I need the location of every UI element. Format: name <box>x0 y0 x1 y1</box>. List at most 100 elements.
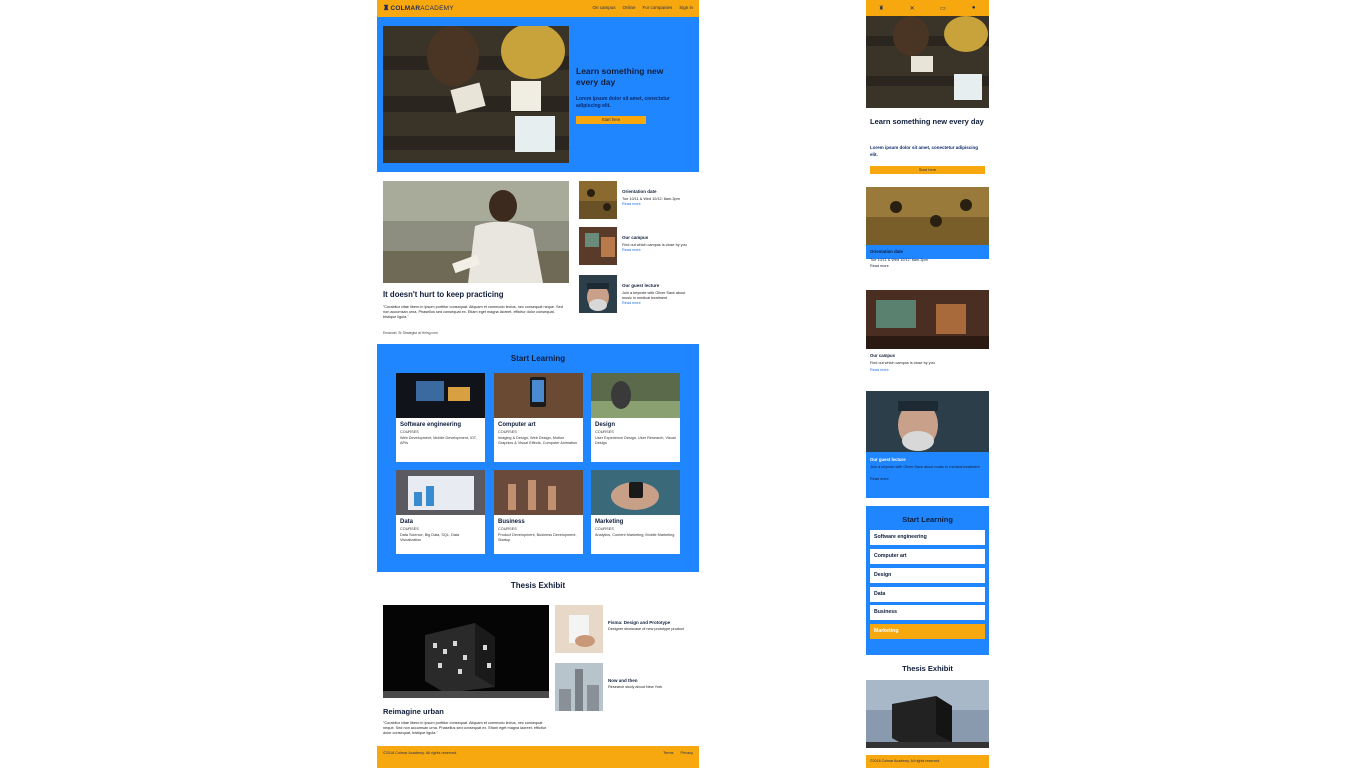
event-image <box>866 391 989 452</box>
read-more-link[interactable]: Read more <box>622 202 694 207</box>
course-tags: Data Science, Big Data, SQL, Data Visual… <box>400 533 460 542</box>
course-image <box>591 373 680 418</box>
mobile-course-software-engineering[interactable]: Software engineering <box>870 530 985 545</box>
tools-icon[interactable]: ✕ <box>907 5 917 12</box>
nav-link-on-campus[interactable]: On campus <box>592 5 615 10</box>
user-icon[interactable]: ● <box>969 5 979 11</box>
course-tags: Analytics, Content Marketing, Mobile Mar… <box>595 533 675 537</box>
thesis-item-title: Now and then <box>608 678 638 683</box>
event-image <box>866 187 989 245</box>
mobile-hero-image <box>866 16 989 108</box>
course-image <box>494 373 583 418</box>
thesis-item-fisma[interactable]: Fisma: Design and Prototype Designer sho… <box>555 605 695 655</box>
course-tags: Imaging & Design, Web Design, Motion Gra… <box>498 436 578 445</box>
thesis-section-title: Thesis Exhibit <box>510 581 566 590</box>
event-description: Tue 10/11 & Wed 10/12: 8am-3pm <box>870 258 928 262</box>
event-campus[interactable]: Our campus Find out which campus is clos… <box>579 227 694 267</box>
course-title: Computer art <box>498 422 536 428</box>
crest-icon[interactable]: ♜ <box>876 5 886 12</box>
read-more-link[interactable]: Read more <box>870 477 889 481</box>
event-title: Our campus <box>622 235 649 240</box>
read-more-link[interactable]: Read more <box>870 368 889 372</box>
event-title: Our campus <box>870 353 896 358</box>
event-title: Our guest lecture <box>870 457 906 462</box>
start-learning-section: Start Learning Software engineering COUR… <box>377 344 699 572</box>
thesis-main-body: "Curabitur vitae libero in ipsum porttit… <box>383 721 547 735</box>
footer-link-terms[interactable]: Terms <box>663 751 673 755</box>
event-description: Find out which campus is close by you <box>622 243 687 247</box>
thesis-main-image[interactable] <box>383 605 549 698</box>
course-card-data[interactable]: Data COURSES Data Science, Big Data, SQL… <box>396 470 485 554</box>
mobile-thesis-image[interactable] <box>866 680 989 748</box>
nav-link-sign-in[interactable]: Sign in <box>679 5 693 10</box>
thesis-main-title: Reimagine urban <box>383 707 444 716</box>
thesis-item-title: Fisma: Design and Prototype <box>608 620 671 625</box>
event-description: Tue 10/11 & Wed 10/12: 8am-3pm <box>622 197 680 201</box>
course-card-design[interactable]: Design COURSES User Experience Design, U… <box>591 373 680 462</box>
nav-links: On campus Online For companies Sign in <box>592 5 693 10</box>
feature-caption: Emanuel, Sr Strategist at Hiring.com <box>383 331 438 335</box>
event-description: Join a keynote with Oliver Sack about mu… <box>870 465 980 469</box>
mobile-course-design[interactable]: Design <box>870 568 985 583</box>
crest-icon: ♜ <box>383 5 390 12</box>
read-more-link[interactable]: Read more <box>622 248 694 253</box>
course-title: Business <box>498 519 525 525</box>
nav-link-online[interactable]: Online <box>622 5 635 10</box>
mobile-nav: ♜ ✕ ▭ ● <box>866 0 989 16</box>
mobile-course-marketing[interactable]: Marketing <box>870 624 985 639</box>
course-card-business[interactable]: Business COURSES Product Development, Bu… <box>494 470 583 554</box>
thesis-item-text: Designer showcase of new prototype produ… <box>608 627 684 631</box>
mobile-event-guest-lecture[interactable]: Our guest lecture Join a keynote with Ol… <box>866 391 989 498</box>
course-card-software-engineering[interactable]: Software engineering COURSES Web Develop… <box>396 373 485 462</box>
thesis-item-now-and-then[interactable]: Now and then Research study about New Yo… <box>555 663 695 713</box>
read-more-link[interactable]: Read more <box>622 301 694 306</box>
section-title: Start Learning <box>510 354 566 363</box>
hero-image <box>383 26 569 163</box>
mobile-hero-subtitle: Lorem ipsum dolor sit amet, conectetur a… <box>870 145 979 157</box>
feature-title: It doesn't hurt to keep practicing <box>383 290 504 299</box>
event-thumbnail <box>579 227 617 265</box>
event-orientation[interactable]: Orientation date Tue 10/11 & Wed 10/12: … <box>579 181 694 221</box>
mobile-start-here-button[interactable]: Start here <box>870 166 985 174</box>
copyright-text: ©2018 Colmar Academy. All rights reserve… <box>870 759 941 763</box>
course-card-computer-art[interactable]: Computer art COURSES Imaging & Design, W… <box>494 373 583 462</box>
mobile-thesis-title: Thesis Exhibit <box>902 664 953 673</box>
hero-title: Learn something new every day <box>576 66 664 87</box>
thesis-thumbnail <box>555 605 603 653</box>
course-title: Data <box>400 519 414 525</box>
mobile-course-business[interactable]: Business <box>870 605 985 620</box>
course-title: Design <box>595 422 616 428</box>
monitor-icon[interactable]: ▭ <box>938 5 948 12</box>
nav-link-for-companies[interactable]: For companies <box>642 5 672 10</box>
course-image <box>396 470 485 515</box>
mobile-event-orientation[interactable]: Orientation date Tue 10/11 & Wed 10/12: … <box>866 187 989 268</box>
desktop-page: ♜COLMARACADEMY On campus Online For comp… <box>377 0 699 768</box>
mobile-course-computer-art[interactable]: Computer art <box>870 549 985 564</box>
event-title: Our guest lecture <box>622 283 660 288</box>
event-thumbnail <box>579 181 617 219</box>
mobile-hero-title: Learn something new every day <box>870 117 984 126</box>
course-tags: Web Development, Mobile Development, iOT… <box>400 436 477 445</box>
event-title: Orientation date <box>622 189 657 194</box>
footer-link-privacy[interactable]: Privacy <box>681 751 693 755</box>
mobile-start-learning-section: Start Learning Software engineering Comp… <box>866 506 989 655</box>
feature-image <box>383 181 569 283</box>
course-tags: User Experience Design, User Research, V… <box>595 436 676 445</box>
event-description: Join a keynote with Oliver Sack about mu… <box>622 291 686 300</box>
read-more-link[interactable]: Read more <box>870 264 889 268</box>
event-guest-lecture[interactable]: Our guest lecture Join a keynote with Ol… <box>579 275 694 315</box>
brand-logo[interactable]: ♜COLMARACADEMY <box>383 4 454 12</box>
course-card-marketing[interactable]: Marketing COURSES Analytics, Content Mar… <box>591 470 680 554</box>
feature-quote: "Curabitur vitae libero in ipsum porttit… <box>383 305 563 319</box>
course-tags: Product Development, Business Developmen… <box>498 533 577 542</box>
start-here-button[interactable]: Start here <box>576 116 646 124</box>
event-description: Find out which campus is close by you <box>870 361 935 365</box>
course-image <box>494 470 583 515</box>
copyright-text: ©2018 Colmar Academy. All rights reserve… <box>383 751 458 755</box>
section-title: Start Learning <box>902 515 953 524</box>
hero-subtitle: Lorem ipsum dolor sit amet, conectetur a… <box>576 96 670 109</box>
event-thumbnail <box>579 275 617 313</box>
mobile-course-data[interactable]: Data <box>870 587 985 602</box>
mobile-event-campus[interactable]: Our campus Find out which campus is clos… <box>866 290 989 378</box>
footer: ©2018 Colmar Academy. All rights reserve… <box>377 746 699 768</box>
